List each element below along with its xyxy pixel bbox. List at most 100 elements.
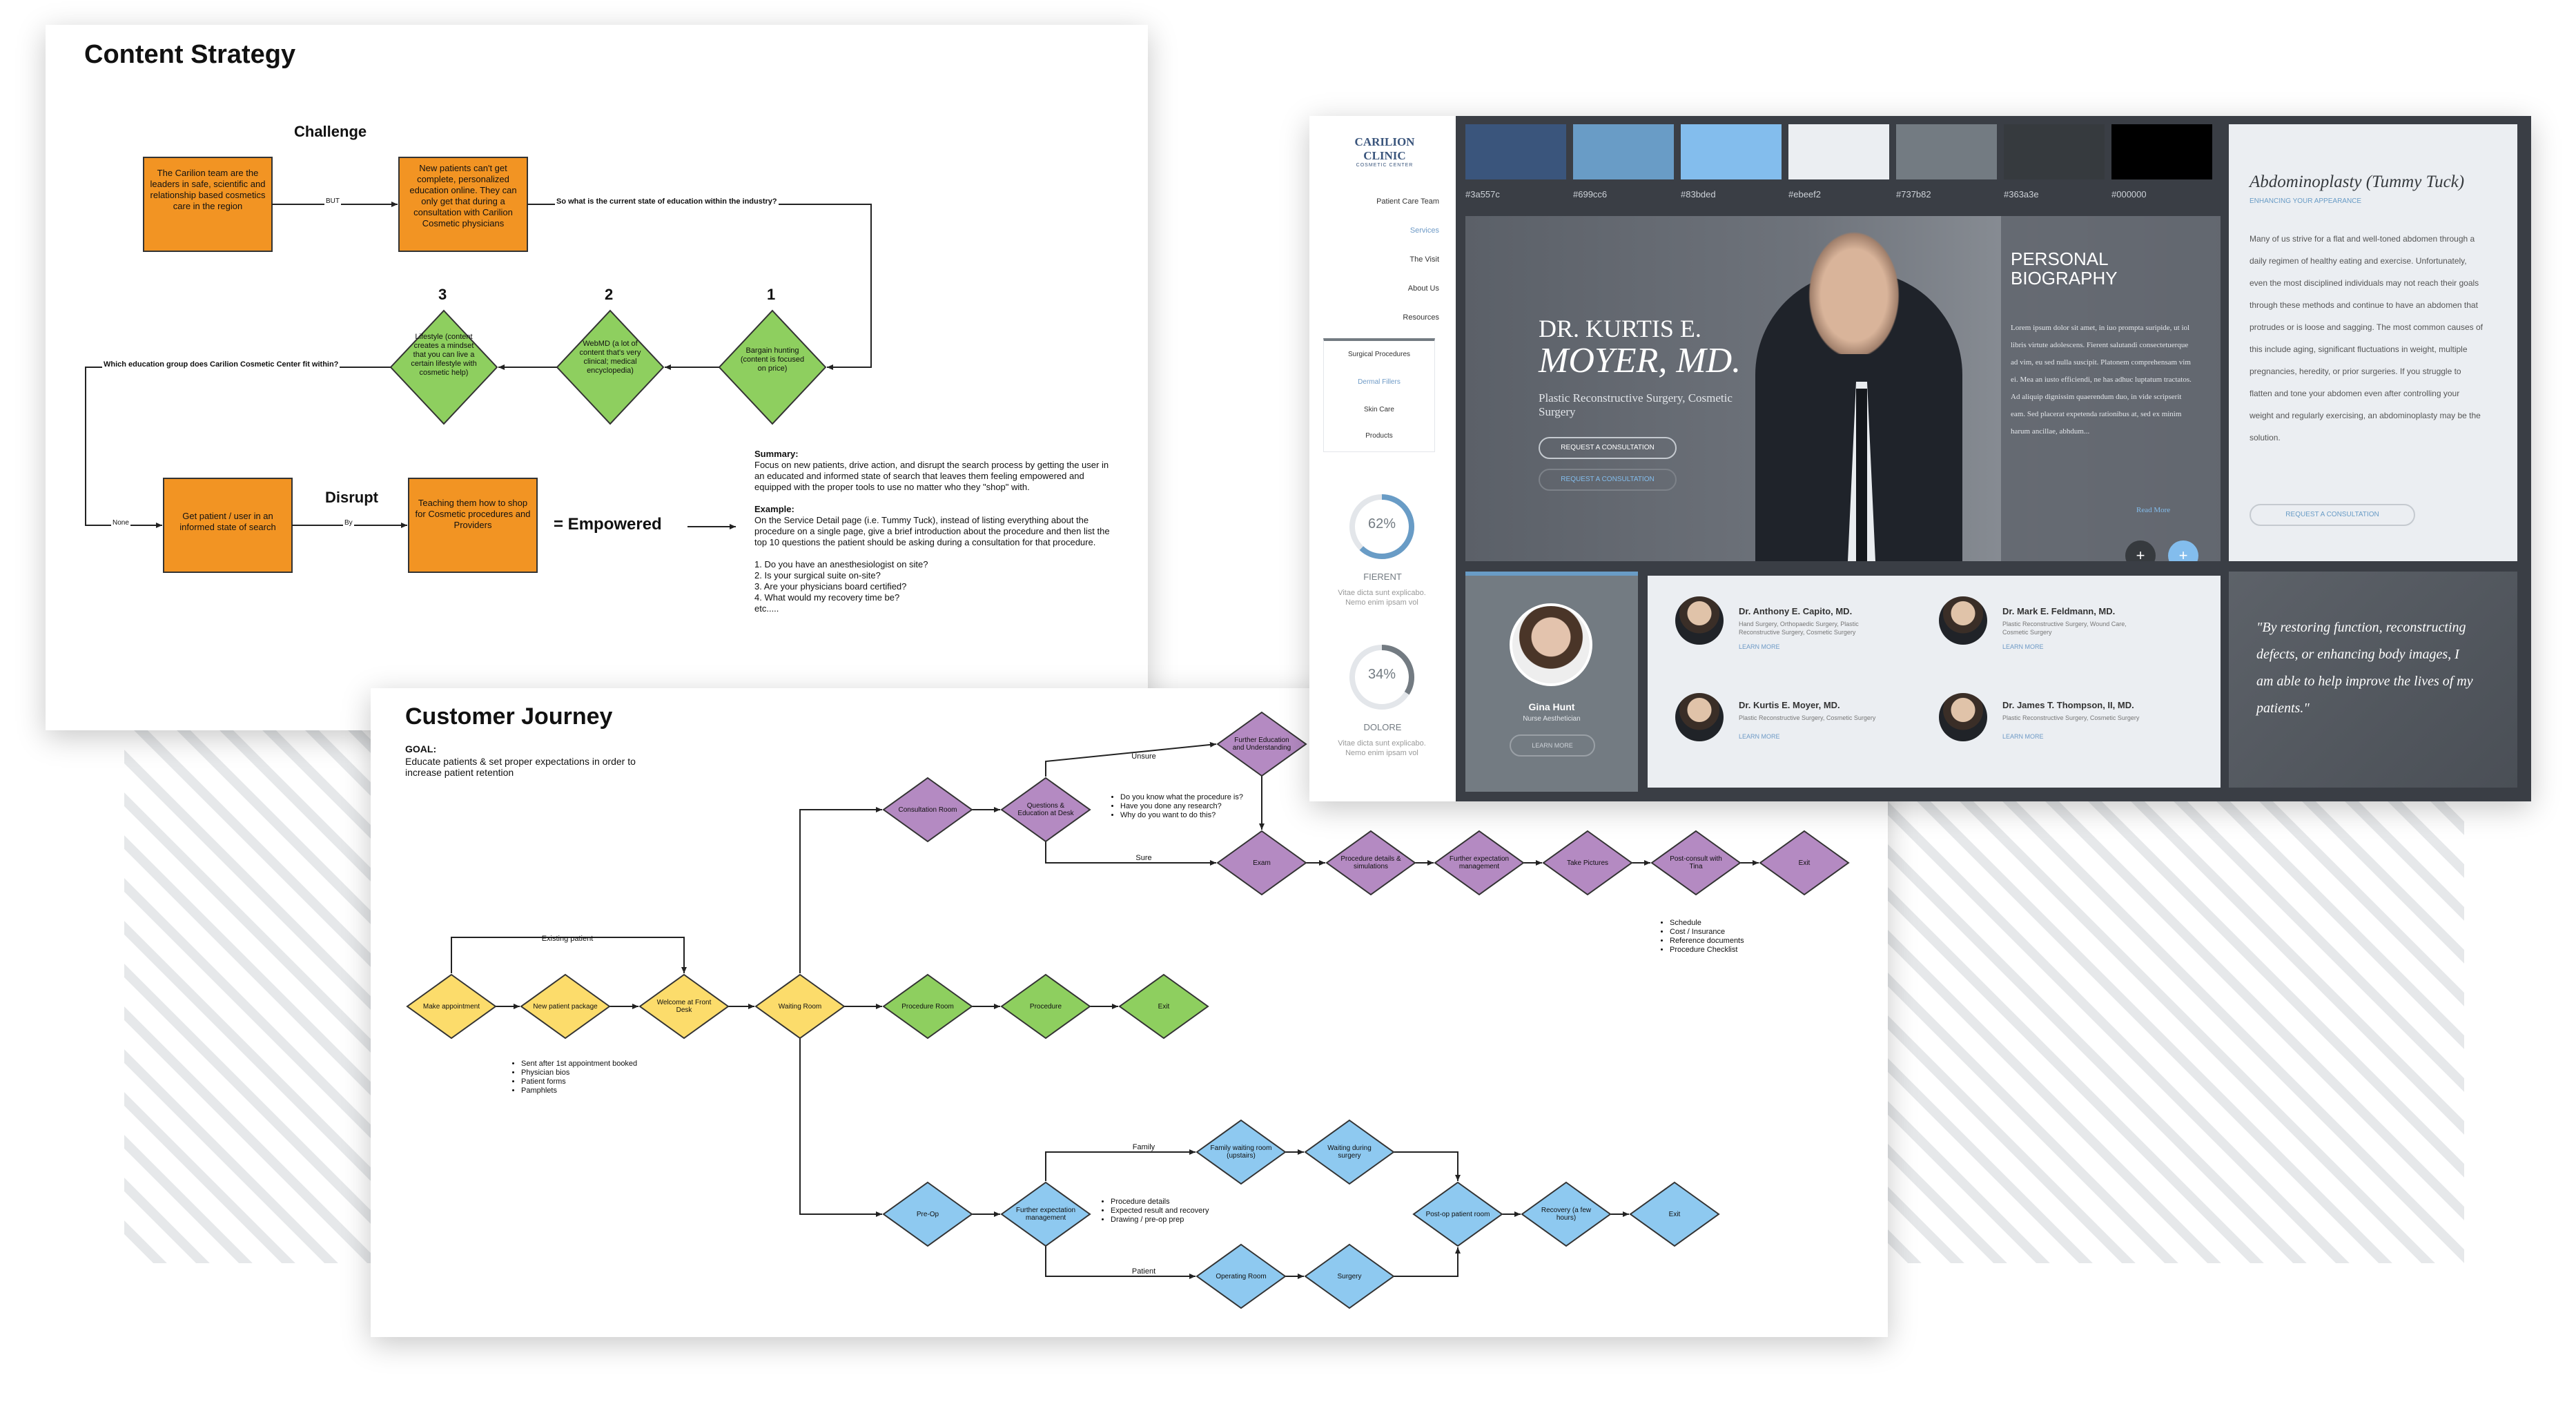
- question-item: 2. Is your surgical suite on-site?: [754, 570, 881, 581]
- summary-text: Focus on new patients, drive action, and…: [754, 460, 1109, 492]
- subnav-surgical[interactable]: Surgical Procedures: [1324, 351, 1434, 358]
- palette-swatch-label: #ebeef2: [1788, 189, 1821, 199]
- hero-consult-button-2[interactable]: REQUEST A CONSULTATION: [1539, 469, 1677, 491]
- stat1-text: Vitae dicta sunt explicabo. Nemo enim ip…: [1338, 589, 1426, 607]
- palette-swatch-label: #000000: [2111, 189, 2147, 199]
- doctor-avatar: [1939, 596, 1987, 645]
- doctor-learn-more[interactable]: LEARN MORE: [2002, 643, 2044, 650]
- preop-list-item: Drawing / pre-op prep: [1111, 1216, 1209, 1225]
- content-strategy-card: Content Strategy Challenge Disrupt The C…: [46, 25, 1148, 730]
- palette-swatch: [2004, 124, 2105, 179]
- logo: CARILION CLINIC COSMETIC CENTER: [1333, 135, 1436, 168]
- question-list-item: Have you done any research?: [1120, 802, 1243, 811]
- journey-edge-label: Existing patient: [542, 935, 594, 943]
- website-mockup-card: CARILION CLINIC COSMETIC CENTER Patient …: [1309, 116, 2531, 801]
- journey-node-label: Exit: [1798, 859, 1811, 867]
- nav-about-us[interactable]: About Us: [1408, 284, 1439, 293]
- but-label: BUT: [324, 197, 341, 205]
- diamond2-text: WebMD (a lot of content that's very clin…: [579, 340, 641, 375]
- hero-name-line1: DR. KURTIS E.: [1539, 315, 1701, 342]
- nav-resources[interactable]: Resources: [1403, 313, 1439, 322]
- questions-list-journey: Do you know what the procedure is? Have …: [1100, 793, 1243, 820]
- nav-the-visit[interactable]: The Visit: [1409, 255, 1439, 264]
- preop-list-item: Procedure details: [1111, 1198, 1209, 1207]
- quote-panel: "By restoring function, reconstructing d…: [2229, 572, 2517, 788]
- questions-list: 1. Do you have an anesthesiologist on si…: [754, 559, 1113, 614]
- stat2-label: DOLORE: [1363, 722, 1402, 732]
- journey-connector: [799, 807, 882, 973]
- journey-node-label: Welcome at Front Desk: [656, 999, 712, 1014]
- doctor-spec: Plastic Reconstructive Surgery, Cosmetic…: [2002, 714, 2140, 721]
- journey-node-label: New patient package: [533, 1002, 598, 1011]
- doctor-learn-more[interactable]: LEARN MORE: [2002, 733, 2044, 740]
- preop-list: Procedure details Expected result and re…: [1090, 1198, 1209, 1225]
- palette-swatch: [1788, 124, 1889, 179]
- service-sidebar: Abdominoplasty (Tummy Tuck) ENHANCING YO…: [2229, 124, 2517, 561]
- sidebar-sub: ENHANCING YOUR APPEARANCE: [2250, 197, 2362, 205]
- featured-name: Gina Hunt: [1528, 701, 1575, 712]
- nav-patient-care-team[interactable]: Patient Care Team: [1376, 197, 1439, 206]
- doctor-learn-more[interactable]: LEARN MORE: [1739, 643, 1780, 650]
- journey-node-label: Post-consult with Tina: [1670, 855, 1722, 870]
- stat1-label: FIERENT: [1363, 572, 1402, 582]
- question-item: 1. Do you have an anesthesiologist on si…: [754, 559, 928, 569]
- journey-node-label: Consultation Room: [898, 806, 957, 814]
- subnav-panel: Surgical Procedures Dermal Fillers Skin …: [1323, 338, 1435, 452]
- journey-node-label: Exam: [1253, 859, 1271, 867]
- journey-edge-label: Unsure: [1131, 752, 1155, 761]
- sidebar-consult-button[interactable]: REQUEST A CONSULTATION: [2250, 504, 2415, 526]
- subnav-products[interactable]: Products: [1324, 432, 1434, 440]
- doctor-name: Dr. James T. Thompson, II, MD.: [2002, 700, 2134, 710]
- box1-text: The Carilion team are the leaders in saf…: [150, 168, 266, 211]
- doctor-avatar: [1939, 693, 1987, 741]
- content-strategy-diagram: [85, 157, 872, 573]
- journey-node-label: Procedure details & simulations: [1340, 855, 1401, 870]
- journey-edge-label: Family: [1133, 1143, 1155, 1151]
- none-label: None: [111, 519, 130, 527]
- question-list-item: Do you know what the procedure is?: [1120, 793, 1243, 802]
- diamond1-text: Bargain hunting (content is focused on p…: [740, 347, 805, 373]
- challenge-label: Challenge: [294, 123, 367, 140]
- journey-node-label: Waiting during surgery: [1327, 1144, 1372, 1160]
- postconsult-list-item: Procedure Checklist: [1670, 946, 1744, 955]
- package-list-item: Pamphlets: [521, 1086, 637, 1095]
- postconsult-list-item: Reference documents: [1670, 937, 1744, 946]
- journey-connector: [1394, 1247, 1461, 1277]
- journey-node-label: Waiting Room: [778, 1002, 822, 1011]
- journey-node-label: Surgery: [1337, 1272, 1362, 1280]
- stat1-pct: 62%: [1367, 516, 1396, 532]
- read-more-link[interactable]: Read More: [2136, 506, 2170, 514]
- diamond1-number: 1: [767, 286, 776, 303]
- example-title: Example:: [754, 504, 794, 514]
- nav-services[interactable]: Services: [1410, 226, 1439, 235]
- journey-node-label: Exit: [1668, 1210, 1681, 1218]
- preop-list-item: Expected result and recovery: [1111, 1207, 1209, 1216]
- palette-swatch: [1573, 124, 1674, 179]
- doctors-grid: Dr. Anthony E. Capito, MD. Hand Surgery,…: [1648, 576, 2221, 788]
- journey-edge-label: Patient: [1132, 1267, 1155, 1276]
- featured-staff-card: Gina Hunt Nurse Aesthetician LEARN MORE: [1465, 572, 1638, 792]
- journey-node-label: Make appointment: [422, 1002, 480, 1011]
- journey-node-label: Further Education and Understanding: [1232, 737, 1291, 752]
- hero-face: [1802, 223, 1906, 354]
- stat2-pct: 34%: [1367, 667, 1396, 682]
- question-list-item: Why do you want to do this?: [1120, 811, 1243, 820]
- journey-connector: [1394, 1151, 1461, 1181]
- summary-title: Summary:: [754, 449, 799, 459]
- hero-consult-button[interactable]: REQUEST A CONSULTATION: [1539, 437, 1677, 459]
- box3-text: Get patient / user in an informed state …: [179, 511, 276, 532]
- subnav-skin[interactable]: Skin Care: [1324, 406, 1434, 413]
- subnav-dermal[interactable]: Dermal Fillers: [1324, 378, 1434, 386]
- question1-label: So what is the current state of educatio…: [555, 197, 779, 206]
- diamond3-number: 3: [438, 286, 447, 303]
- journey-node-label: Procedure: [1029, 1002, 1062, 1011]
- doctor-learn-more[interactable]: LEARN MORE: [1739, 733, 1780, 740]
- package-list: Sent after 1st appointment booked Physic…: [500, 1060, 637, 1095]
- question-item: 4. What would my recovery time be?: [754, 592, 900, 603]
- stat2-text: Vitae dicta sunt explicabo. Nemo enim ip…: [1338, 739, 1426, 757]
- journey-node-label: Take Pictures: [1566, 859, 1609, 867]
- package-list-item: Patient forms: [521, 1078, 637, 1086]
- journey-connector: [1045, 1246, 1196, 1279]
- diamond3-text: Lifestyle (content creates a mindset tha…: [411, 333, 477, 377]
- featured-learn-more[interactable]: LEARN MORE: [1510, 734, 1595, 757]
